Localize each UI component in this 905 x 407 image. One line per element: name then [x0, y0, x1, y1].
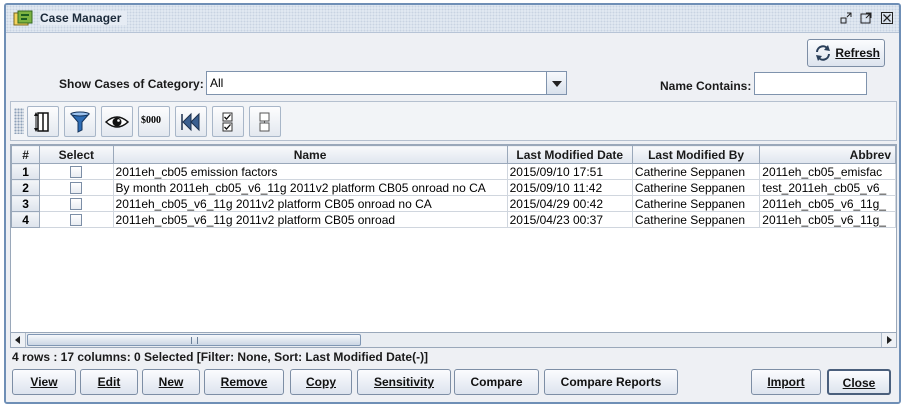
col-header-abbrev[interactable]: Abbrev: [759, 145, 896, 164]
table-row[interactable]: 2 By month 2011eh_cb05_v6_11g 2011v2 pla…: [11, 179, 896, 196]
case-modified-by: Catherine Seppanen: [632, 163, 761, 180]
clear-selection-icon[interactable]: [249, 106, 281, 137]
toolbar-grip[interactable]: [14, 108, 24, 134]
filter-funnel-icon[interactable]: [64, 106, 96, 137]
compare-button-label: Compare: [470, 375, 523, 389]
row-select-cell: [39, 211, 114, 228]
icon-toolbar: $000: [10, 101, 897, 141]
rewind-icon[interactable]: [175, 106, 207, 137]
maximize-icon[interactable]: [858, 11, 874, 27]
content-area: Refresh Show Cases of Category: All Name…: [6, 34, 899, 402]
category-label: Show Cases of Category:: [59, 77, 204, 91]
case-modified-date: 2015/09/10 17:51: [507, 163, 633, 180]
row-number: 2: [11, 179, 41, 196]
col-header-name[interactable]: Name: [112, 145, 508, 164]
case-name: 2011eh_cb05_v6_11g 2011v2 platform CB05 …: [113, 195, 508, 212]
copy-button[interactable]: Copy: [290, 369, 352, 395]
sensitivity-button-label: Sensitivity: [373, 375, 435, 389]
case-name: By month 2011eh_cb05_v6_11g 2011v2 platf…: [113, 179, 508, 196]
case-abbrev: 2011eh_cb05_v6_11g_: [759, 211, 896, 228]
window-title: Case Manager: [40, 11, 128, 25]
case-name: 2011eh_cb05_v6_11g 2011v2 platform CB05 …: [113, 211, 508, 228]
case-name: 2011eh_cb05 emission factors: [113, 163, 508, 180]
view-button-label: View: [30, 375, 58, 389]
remove-button-label: Remove: [220, 375, 268, 389]
row-number: 4: [11, 211, 41, 228]
row-select-checkbox[interactable]: [70, 182, 83, 195]
case-abbrev: test_2011eh_cb05_v6_: [759, 179, 896, 196]
table-header-row: # Select Name Last Modified Date Last Mo…: [11, 145, 896, 164]
table-row[interactable]: 3 2011eh_cb05_v6_11g 2011v2 platform CB0…: [11, 195, 896, 212]
close-button[interactable]: Close: [827, 369, 891, 395]
sensitivity-button[interactable]: Sensitivity: [357, 369, 451, 395]
row-select-checkbox[interactable]: [70, 166, 83, 179]
case-modified-by: Catherine Seppanen: [632, 195, 761, 212]
scrollbar-thumb[interactable]: [27, 334, 361, 346]
case-abbrev: 2011eh_cb05_emisfac: [759, 163, 896, 180]
import-button[interactable]: Import: [751, 369, 821, 395]
name-contains-input[interactable]: [754, 72, 867, 95]
status-text: 4 rows : 17 columns: 0 Selected [Filter:…: [12, 350, 429, 364]
refresh-button[interactable]: Refresh: [807, 39, 885, 67]
view-button[interactable]: View: [12, 369, 76, 395]
close-icon[interactable]: [879, 11, 895, 27]
edit-button-label: Edit: [97, 375, 121, 389]
col-header-num[interactable]: #: [11, 145, 41, 164]
col-header-select[interactable]: Select: [39, 145, 114, 164]
new-button[interactable]: New: [142, 369, 200, 395]
remove-button[interactable]: Remove: [204, 369, 284, 395]
case-modified-date: 2015/09/10 11:42: [507, 179, 633, 196]
column-resize-icon[interactable]: [27, 106, 59, 137]
horizontal-scrollbar[interactable]: [10, 332, 897, 348]
category-select[interactable]: All: [206, 71, 567, 95]
case-modified-date: 2015/04/23 00:37: [507, 211, 633, 228]
compare-button[interactable]: Compare: [454, 369, 539, 395]
money-format-label: $000: [141, 115, 161, 126]
minimize-icon[interactable]: [838, 11, 854, 27]
refresh-label: Refresh: [835, 46, 880, 60]
compare-reports-button[interactable]: Compare Reports: [544, 369, 678, 395]
scroll-left-icon[interactable]: [11, 333, 26, 347]
chevron-down-icon[interactable]: [546, 72, 566, 94]
format-money-icon[interactable]: $000: [138, 106, 170, 137]
view-eye-icon[interactable]: [101, 106, 133, 137]
name-contains-label: Name Contains:: [660, 79, 752, 93]
row-select-cell: [39, 195, 114, 212]
compare-reports-button-label: Compare Reports: [560, 375, 662, 389]
row-select-checkbox[interactable]: [70, 198, 83, 211]
select-all-icon[interactable]: [212, 106, 244, 137]
row-number: 3: [11, 195, 41, 212]
app-icon: [13, 10, 33, 26]
case-abbrev: 2011eh_cb05_v6_11g_: [759, 195, 896, 212]
col-header-last-modified-by[interactable]: Last Modified By: [631, 145, 761, 164]
import-button-label: Import: [767, 375, 805, 389]
copy-button-label: Copy: [306, 375, 336, 389]
case-manager-window: Case Manager Refresh Show Cases of Categ…: [4, 3, 901, 404]
case-modified-by: Catherine Seppanen: [632, 179, 761, 196]
row-select-cell: [39, 179, 114, 196]
scroll-right-icon[interactable]: [881, 333, 896, 347]
edit-button[interactable]: Edit: [80, 369, 138, 395]
row-select-cell: [39, 163, 114, 180]
case-modified-date: 2015/04/29 00:42: [507, 195, 633, 212]
category-value: All: [210, 76, 224, 90]
table-row[interactable]: 1 2011eh_cb05 emission factors 2015/09/1…: [11, 163, 896, 180]
row-select-checkbox[interactable]: [70, 214, 83, 227]
refresh-icon: [816, 45, 830, 61]
table-row[interactable]: 4 2011eh_cb05_v6_11g 2011v2 platform CB0…: [11, 211, 896, 228]
case-modified-by: Catherine Seppanen: [632, 211, 761, 228]
row-number: 1: [11, 163, 41, 180]
close-button-label: Close: [842, 376, 876, 390]
cases-table[interactable]: # Select Name Last Modified Date Last Mo…: [10, 144, 897, 344]
new-button-label: New: [158, 375, 184, 389]
col-header-last-modified-date[interactable]: Last Modified Date: [506, 145, 633, 164]
title-bar[interactable]: Case Manager: [6, 5, 899, 33]
